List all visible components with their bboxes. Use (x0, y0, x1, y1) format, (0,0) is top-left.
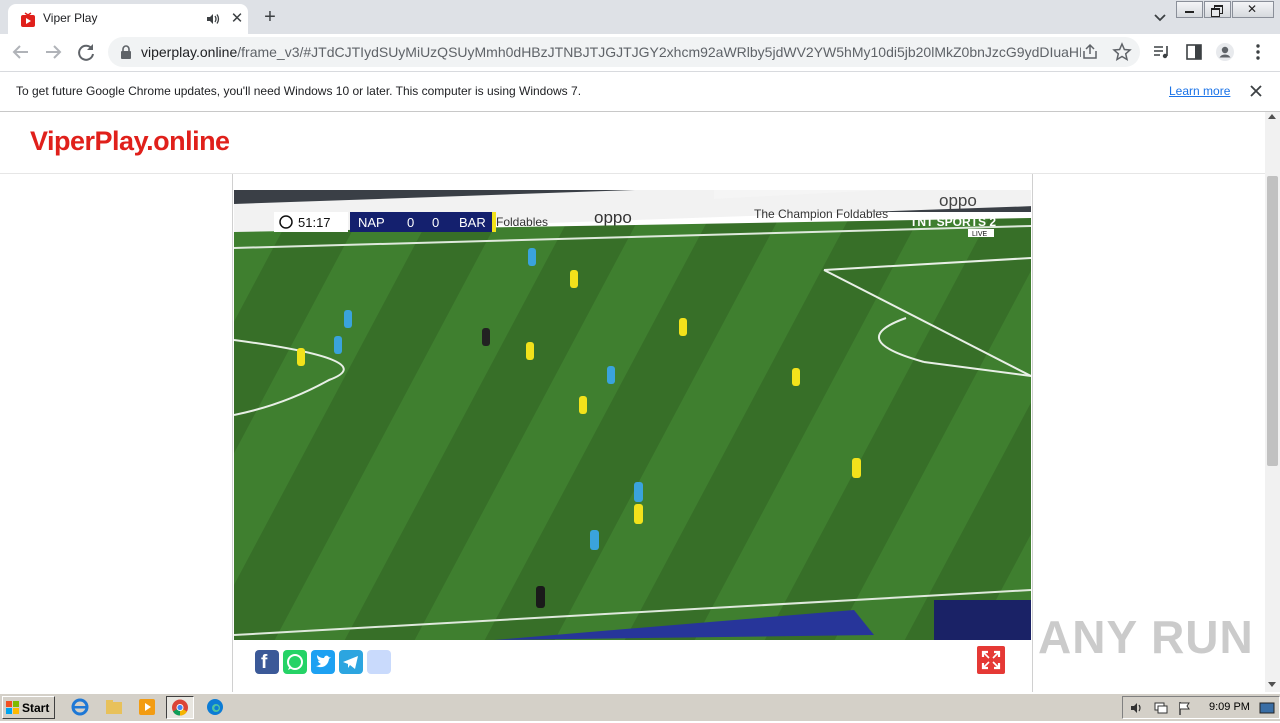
scroll-down-icon[interactable] (1268, 682, 1276, 687)
page-content: ViperPlay.online oppo The Champion Folda… (0, 112, 1265, 692)
home-score: 0 (407, 215, 414, 230)
home-team: NAP (358, 215, 385, 230)
close-window-button[interactable]: ✕ (1232, 1, 1274, 18)
bookmark-star-icon[interactable] (1112, 42, 1132, 62)
telegram-share-icon[interactable] (339, 650, 363, 674)
update-infobar: To get future Google Chrome updates, you… (0, 72, 1280, 112)
start-button[interactable]: Start (2, 696, 55, 719)
channel-logo: TNT SPORTS 2 (910, 215, 996, 229)
media-control-icon[interactable] (1152, 42, 1172, 62)
windows-flag-icon (6, 701, 19, 714)
browser-tab[interactable]: Viper Play ✕ (8, 4, 248, 34)
whatsapp-share-icon[interactable] (283, 650, 307, 674)
ad-board-oppo-2: oppo (939, 191, 977, 210)
facebook-share-icon[interactable]: f (255, 650, 279, 674)
ad-board-oppo: oppo (594, 208, 632, 227)
learn-more-link[interactable]: Learn more (1169, 84, 1230, 98)
forward-arrow-icon[interactable] (41, 40, 65, 64)
chrome-taskbar-button[interactable] (166, 696, 194, 719)
video-player[interactable]: oppo The Champion Foldables Foldables op… (234, 190, 1031, 640)
back-arrow-icon[interactable] (9, 40, 33, 64)
windows-taskbar: Start 9:09 PM (0, 693, 1280, 721)
tab-strip: Viper Play ✕ + ✕ (0, 0, 1280, 34)
action-center-flag-icon[interactable] (1177, 700, 1193, 716)
fullscreen-button[interactable] (977, 646, 1005, 674)
reload-icon[interactable] (74, 40, 98, 64)
ad-board-champion: The Champion Foldables (754, 207, 888, 221)
window-controls: ✕ (1175, 1, 1274, 18)
site-header: ViperPlay.online (0, 112, 1265, 174)
profile-avatar-icon[interactable] (1215, 42, 1235, 62)
url-text: viperplay.online/frame_v3/#JTdCJTIydSUyM… (141, 44, 1081, 60)
share-buttons: f (255, 650, 395, 674)
audio-playing-icon[interactable] (204, 10, 222, 28)
browser-toolbar: viperplay.online/frame_v3/#JTdCJTIydSUyM… (0, 34, 1280, 72)
system-tray: 9:09 PM (1122, 696, 1280, 719)
generic-share-icon[interactable] (367, 650, 391, 674)
site-logo[interactable]: ViperPlay.online (30, 126, 230, 157)
chrome-icon (172, 699, 188, 716)
anyrun-watermark: ANY RUN (1038, 611, 1254, 663)
football-broadcast-frame: oppo The Champion Foldables Foldables op… (234, 190, 1031, 640)
more-menu-icon[interactable] (1248, 42, 1268, 62)
page-scrollbar[interactable] (1265, 112, 1280, 692)
edge-icon[interactable] (204, 697, 226, 717)
tab-search-chevron-icon[interactable] (1150, 7, 1170, 27)
new-tab-button[interactable]: + (258, 5, 282, 29)
player-container: oppo The Champion Foldables Foldables op… (232, 174, 1033, 692)
infobar-close-icon[interactable] (1247, 82, 1265, 100)
score-bug: 51:17 NAP 0 0 BAR (274, 212, 496, 232)
volume-icon[interactable] (1129, 700, 1145, 716)
live-badge: LIVE (972, 231, 988, 238)
away-score: 0 (432, 215, 439, 230)
viperplay-favicon-icon (21, 12, 35, 27)
scroll-thumb[interactable] (1267, 176, 1278, 466)
tab-close-icon[interactable]: ✕ (228, 10, 246, 28)
address-bar[interactable]: viperplay.online/frame_v3/#JTdCJTIydSUyM… (108, 37, 1140, 67)
internet-explorer-icon[interactable] (69, 697, 91, 717)
referee (482, 328, 490, 346)
url-path: /frame_v3/#JTdCJTIydSUyMiUzQSUyMmh0dHBzJ… (237, 44, 1081, 60)
taskbar-clock[interactable]: 9:09 PM (1209, 701, 1250, 713)
fullscreen-icon (981, 650, 1001, 670)
file-explorer-icon[interactable] (103, 697, 125, 717)
side-panel-icon[interactable] (1184, 42, 1204, 62)
show-desktop-icon[interactable] (1259, 700, 1275, 716)
twitter-share-icon[interactable] (311, 650, 335, 674)
minimize-button[interactable] (1176, 1, 1203, 18)
start-label: Start (22, 701, 50, 715)
media-player-icon[interactable] (136, 697, 158, 717)
share-page-icon[interactable] (1080, 42, 1100, 62)
scroll-up-icon[interactable] (1268, 114, 1276, 119)
restore-button[interactable] (1204, 1, 1231, 18)
infobar-message: To get future Google Chrome updates, you… (16, 84, 582, 98)
away-team: BAR (459, 215, 486, 230)
tab-title: Viper Play (43, 11, 98, 25)
network-icon[interactable] (1153, 700, 1169, 716)
match-clock: 51:17 (298, 215, 331, 230)
lock-icon[interactable] (120, 45, 132, 59)
url-host: viperplay.online (141, 44, 238, 60)
